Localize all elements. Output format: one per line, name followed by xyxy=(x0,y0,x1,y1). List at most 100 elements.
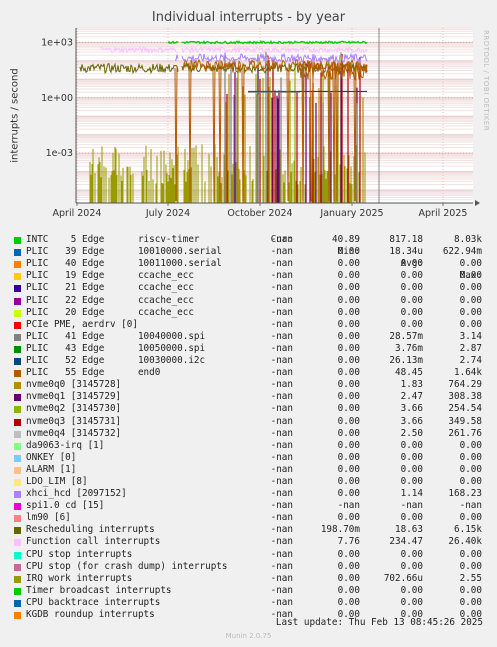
legend-row: PLIC 22 Edge ccache_ecc -nan 0.00 0.00 0.00 xyxy=(12,295,492,307)
legend-label: PLIC 39 Edge 10010000.serial xyxy=(26,246,222,258)
legend-max: 3.14 xyxy=(459,330,482,342)
legend-avg: 0.00 xyxy=(400,548,423,560)
legend-swatch xyxy=(14,527,21,535)
legend-min: 0.00 xyxy=(337,306,360,318)
legend-min: 0.00 xyxy=(337,439,360,451)
legend-max: 6.15k xyxy=(454,524,482,536)
legend-avg: 817.18 xyxy=(389,234,423,246)
legend-cur: -nan xyxy=(270,270,293,282)
legend-avg: 3.66 xyxy=(400,403,423,415)
legend-row: PLIC 41 Edge 10040000.spi -nan 0.00 28.57m 3… xyxy=(12,331,492,343)
legend-min: 0.00 xyxy=(337,294,360,306)
legend-row: PLIC 19 Edge ccache_ecc -nan 0.00 0.00 0.00 xyxy=(12,270,492,282)
legend-avg: 18.63 xyxy=(395,524,423,536)
legend-swatch xyxy=(14,563,21,571)
legend-avg: 234.47 xyxy=(389,536,423,548)
legend-cur: -nan xyxy=(270,355,293,367)
legend-min: 40.89 xyxy=(332,234,360,246)
legend-swatch xyxy=(14,370,21,378)
legend-swatch xyxy=(14,406,21,414)
legend-label: nvme0q0 [3145728] xyxy=(26,379,122,391)
chart-plot: April 2024 July 2024 October 2024 January 2… xyxy=(41,27,480,219)
legend-row: Rescheduling interrupts -nan 198.70m 18.63 6… xyxy=(12,524,492,536)
legend-min: 0.00 xyxy=(337,282,360,294)
legend-row: nvme0q2 [3145730] -nan 0.00 3.66 254.54 xyxy=(12,403,492,415)
legend-min: 7.76 xyxy=(337,536,360,548)
legend-label: CPU stop interrupts xyxy=(26,548,133,560)
legend-label: da9063-irq [1] xyxy=(26,439,105,451)
legend-avg: 18.34u xyxy=(389,246,423,258)
legend-label: nvme0q1 [3145729] xyxy=(26,391,122,403)
legend-swatch xyxy=(14,358,21,366)
legend-cur: -nan xyxy=(270,379,293,391)
legend-min: 0.00 xyxy=(337,246,360,258)
legend-label: nvme0q4 [3145732] xyxy=(26,427,122,439)
legend-min: 0.00 xyxy=(337,258,360,270)
legend-label: KGDB roundup interrupts xyxy=(26,609,155,620)
legend-max: 0.00 xyxy=(459,258,482,270)
legend-row: IRQ work interrupts -nan 0.00 702.66u 2.55 xyxy=(12,573,492,585)
legend-row: PLIC 43 Edge 10050000.spi -nan 0.00 3.76m 2.… xyxy=(12,343,492,355)
legend-row: PLIC 39 Edge 10010000.serial -nan 0.00 18.3… xyxy=(12,246,492,258)
legend-min: 0.00 xyxy=(337,548,360,560)
legend-cur: -nan xyxy=(270,500,293,512)
legend-min: 0.00 xyxy=(337,512,360,524)
x-tick-label: April 2024 xyxy=(53,208,102,219)
legend-cur: -nan xyxy=(270,342,293,354)
legend-max: 254.54 xyxy=(448,403,482,415)
legend-swatch xyxy=(14,491,21,499)
legend-cur: -nan xyxy=(270,512,293,524)
legend-row: Function call interrupts -nan 7.76 234.47 26… xyxy=(12,536,492,548)
legend-swatch xyxy=(14,503,21,511)
legend-label: PLIC 22 Edge ccache_ecc xyxy=(26,294,194,306)
legend-avg: -nan xyxy=(400,500,423,512)
legend-min: 0.00 xyxy=(337,572,360,584)
legend-cur: -nan xyxy=(270,439,293,451)
legend-swatch xyxy=(14,430,21,438)
legend-max: 0.00 xyxy=(459,439,482,451)
legend-cur: -nan xyxy=(270,475,293,487)
legend-min: 0.00 xyxy=(337,270,360,282)
legend-label: CPU stop (for crash dump) interrupts xyxy=(26,560,228,572)
legend-label: PLIC 20 Edge ccache_ecc xyxy=(26,306,194,318)
legend-max: 0.00 xyxy=(459,512,482,524)
legend-label: ALARM [1] xyxy=(26,463,77,475)
legend-swatch xyxy=(14,333,21,341)
legend-label: PLIC 52 Edge 10030000.i2c xyxy=(26,355,206,367)
legend-cur: -nan xyxy=(270,246,293,258)
legend-avg: 48.45 xyxy=(395,367,423,379)
legend-swatch xyxy=(14,309,21,317)
legend-max: 168.23 xyxy=(448,488,482,500)
legend-max: 0.00 xyxy=(459,282,482,294)
legend: Cur: Min: Avg: Max: INTC 5 Edge riscv-ti… xyxy=(12,222,492,621)
legend-row: nvme0q0 [3145728] -nan 0.00 1.83 764.29 xyxy=(12,379,492,391)
legend-max: 0.00 xyxy=(459,451,482,463)
legend-max: 0.00 xyxy=(459,475,482,487)
legend-cur: -nan xyxy=(270,451,293,463)
legend-avg: 0.00 xyxy=(400,258,423,270)
legend-swatch xyxy=(14,382,21,390)
legend-max: 2.55 xyxy=(459,572,482,584)
legend-row: PLIC 21 Edge ccache_ecc -nan 0.00 0.00 0.00 xyxy=(12,282,492,294)
legend-max: 2.87 xyxy=(459,342,482,354)
legend-cur: -nan xyxy=(270,294,293,306)
legend-swatch xyxy=(14,418,21,426)
legend-max: 2.74 xyxy=(459,355,482,367)
legend-avg: 0.00 xyxy=(400,439,423,451)
legend-max: 0.00 xyxy=(459,548,482,560)
legend-cur: -nan xyxy=(270,391,293,403)
legend-min: 0.00 xyxy=(337,560,360,572)
legend-cur: -nan xyxy=(270,488,293,500)
legend-max: 622.94m xyxy=(442,246,482,258)
legend-swatch xyxy=(14,321,21,329)
legend-row: ALARM [1] -nan 0.00 0.00 0.00 xyxy=(12,464,492,476)
legend-cur: -nan xyxy=(270,584,293,596)
legend-label: Timer broadcast interrupts xyxy=(26,584,172,596)
legend-avg: 1.83 xyxy=(400,379,423,391)
legend-min: 0.00 xyxy=(337,475,360,487)
legend-cur: -nan xyxy=(270,572,293,584)
legend-avg: 0.00 xyxy=(400,512,423,524)
legend-max: 764.29 xyxy=(448,379,482,391)
legend-avg: 26.13m xyxy=(389,355,423,367)
legend-cur: -nan xyxy=(270,367,293,379)
